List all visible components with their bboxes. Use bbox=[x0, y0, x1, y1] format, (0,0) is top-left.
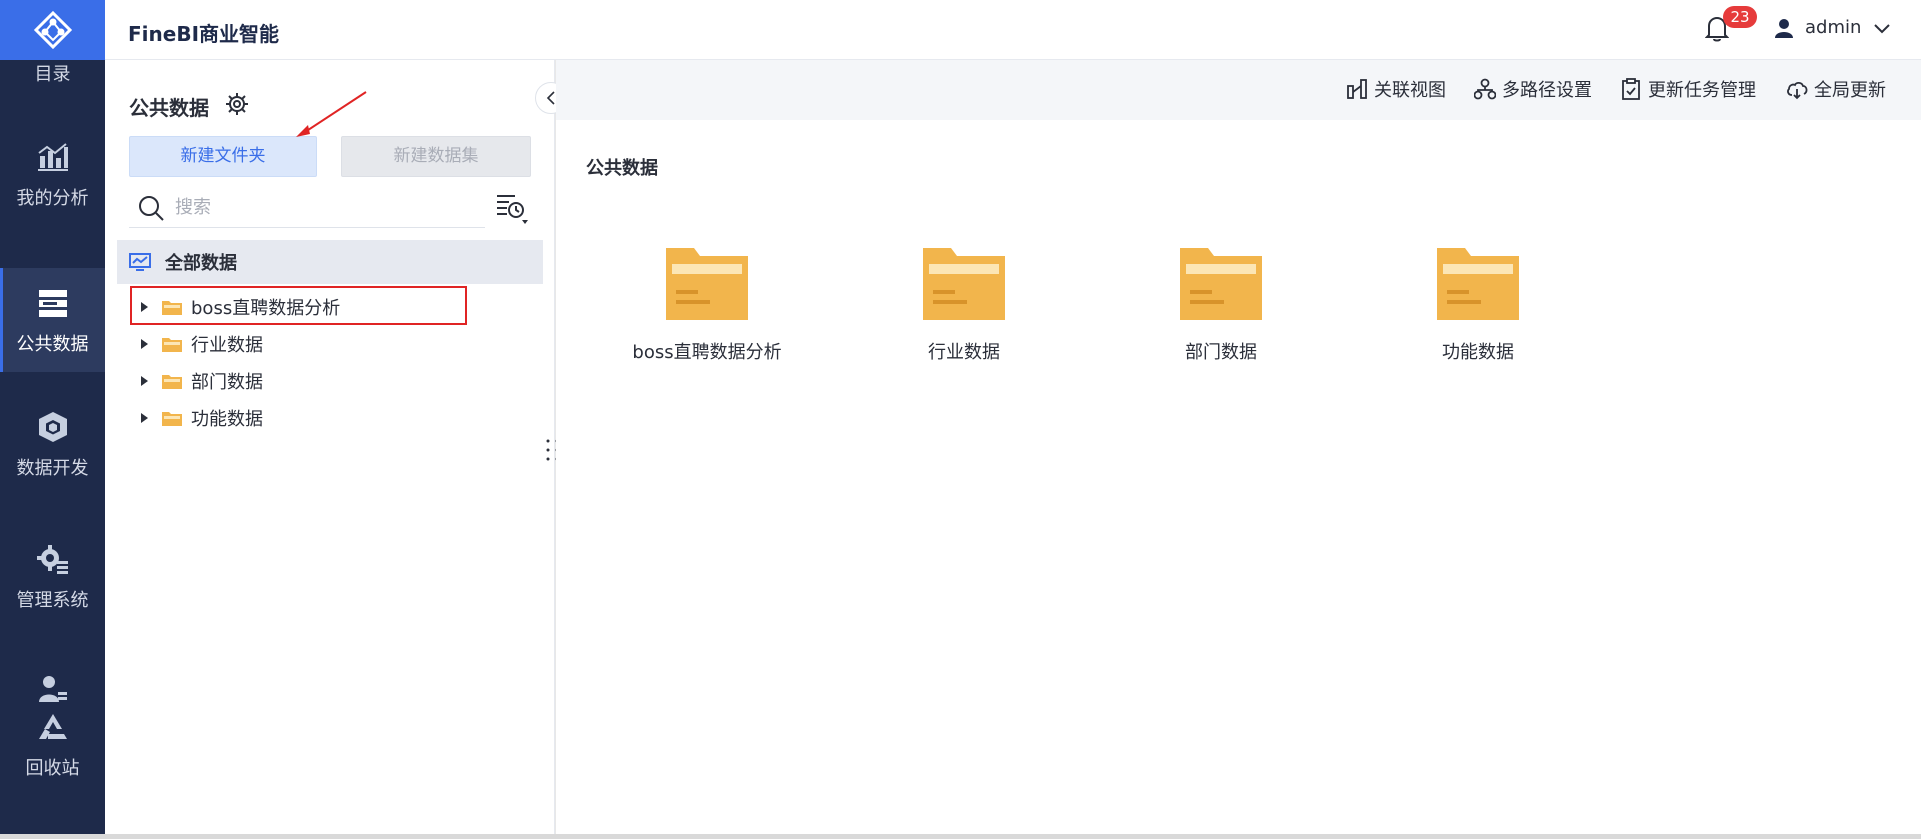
folder-card-department[interactable]: 部门数据 bbox=[1121, 244, 1321, 394]
top-header: FineBI商业智能 23 admin bbox=[105, 0, 1921, 60]
annotation-highlight-box bbox=[130, 286, 467, 325]
tree-item-label: 部门数据 bbox=[191, 372, 263, 393]
folder-icon bbox=[1437, 248, 1519, 320]
search-input[interactable] bbox=[175, 197, 455, 218]
multipath-icon bbox=[1474, 78, 1496, 100]
notification-badge: 23 bbox=[1723, 6, 1757, 28]
tree-item-function[interactable]: 功能数据 bbox=[129, 400, 263, 436]
folder-icon bbox=[162, 375, 182, 389]
sort-clock-icon bbox=[497, 195, 528, 224]
public-data-icon bbox=[38, 290, 67, 317]
tree-item-industry[interactable]: 行业数据 bbox=[129, 326, 263, 362]
main-content: 公共数据 boss直聘数据分析 行业数据 部门数据 功能数据 bbox=[556, 120, 1921, 834]
rail-item-my-analysis[interactable]: 我的分析 bbox=[0, 140, 105, 240]
rail-item-label: 管理系统 bbox=[16, 590, 89, 611]
caret-right-icon[interactable] bbox=[137, 374, 151, 388]
rail-item-label: 数据开发 bbox=[16, 458, 89, 479]
recycle-icon bbox=[38, 714, 67, 739]
folder-icon bbox=[923, 248, 1005, 320]
toolbar-multipath[interactable]: 多路径设置 bbox=[1474, 76, 1592, 102]
folder-icon bbox=[162, 412, 182, 426]
toolbar-item-label: 关联视图 bbox=[1374, 80, 1446, 101]
window-bottom-edge bbox=[0, 834, 1921, 839]
new-folder-button[interactable]: 新建文件夹 bbox=[129, 136, 317, 177]
tree-panel: 公共数据 新建文件夹 新建数据集 全部数据 boss直聘数据分析 行业数据 部门… bbox=[105, 60, 555, 834]
rail-item-recycle-bin[interactable]: 回收站 bbox=[0, 672, 105, 802]
main-title: 公共数据 bbox=[586, 158, 658, 179]
folder-card-label: 部门数据 bbox=[1185, 342, 1257, 363]
caret-right-icon[interactable] bbox=[137, 411, 151, 425]
toolbar-relation-view[interactable]: 关联视图 bbox=[1346, 76, 1446, 102]
toolbar-global-update[interactable]: 全局更新 bbox=[1786, 76, 1886, 102]
folder-card-label: 功能数据 bbox=[1442, 342, 1514, 363]
tree-item-label: 行业数据 bbox=[191, 335, 263, 356]
toolbar-item-label: 全局更新 bbox=[1814, 80, 1886, 101]
rail-item-data-dev[interactable]: 数据开发 bbox=[0, 410, 105, 510]
toolbar-task-manage[interactable]: 更新任务管理 bbox=[1620, 76, 1756, 102]
tree-item-department[interactable]: 部门数据 bbox=[129, 363, 263, 399]
tree-root-all-data[interactable]: 全部数据 bbox=[117, 240, 543, 284]
gear-system-icon bbox=[36, 545, 68, 574]
gear-icon bbox=[226, 93, 248, 115]
chevron-down-icon bbox=[1874, 23, 1891, 33]
logo-icon bbox=[33, 10, 72, 50]
sort-history-button[interactable] bbox=[495, 192, 531, 228]
rail-item-public-data[interactable]: 公共数据 bbox=[0, 268, 105, 372]
user-name: admin bbox=[1805, 17, 1862, 38]
chart-icon bbox=[37, 143, 68, 171]
search-icon bbox=[139, 195, 164, 221]
new-dataset-button[interactable]: 新建数据集 bbox=[341, 136, 531, 177]
folder-icon bbox=[666, 248, 748, 320]
user-icon bbox=[1775, 18, 1793, 38]
rail-catalog-label[interactable]: 目录 bbox=[0, 60, 105, 86]
caret-right-icon[interactable] bbox=[137, 337, 151, 351]
main-toolbar: 关联视图 多路径设置 更新任务管理 全局更新 bbox=[556, 60, 1921, 120]
folder-card-function[interactable]: 功能数据 bbox=[1378, 244, 1578, 394]
nav-rail: 目录 我的分析 公共数据 数据开发 管理系统 回收站 bbox=[0, 0, 105, 834]
user-menu[interactable]: admin bbox=[1775, 17, 1891, 38]
cube-icon bbox=[38, 412, 67, 442]
rail-item-label: 我的分析 bbox=[16, 188, 89, 209]
rail-item-label: 回收站 bbox=[25, 758, 80, 779]
rail-item-management[interactable]: 管理系统 bbox=[0, 542, 105, 642]
user-admin-icon bbox=[38, 676, 67, 702]
app-logo[interactable] bbox=[0, 0, 105, 60]
toolbar-item-label: 多路径设置 bbox=[1502, 80, 1592, 101]
app-title: FineBI商业智能 bbox=[128, 22, 280, 46]
folder-icon bbox=[1180, 248, 1262, 320]
folder-icon bbox=[162, 338, 182, 352]
task-manage-icon bbox=[1622, 78, 1640, 100]
panel-title: 公共数据 bbox=[129, 96, 209, 120]
monitor-icon bbox=[129, 253, 151, 271]
relation-view-icon bbox=[1347, 79, 1367, 99]
global-update-icon bbox=[1787, 81, 1808, 100]
tree-root-label: 全部数据 bbox=[165, 253, 237, 274]
folder-card-industry[interactable]: 行业数据 bbox=[864, 244, 1064, 394]
folder-card-label: 行业数据 bbox=[928, 342, 1000, 363]
folder-card-label: boss直聘数据分析 bbox=[632, 342, 782, 363]
folder-card-boss[interactable]: boss直聘数据分析 bbox=[607, 244, 807, 394]
annotation-arrow bbox=[296, 91, 367, 137]
search-bar bbox=[129, 188, 485, 228]
tree-item-label: 功能数据 bbox=[191, 409, 263, 430]
panel-settings-button[interactable] bbox=[225, 92, 249, 121]
rail-item-label: 公共数据 bbox=[16, 334, 89, 355]
toolbar-item-label: 更新任务管理 bbox=[1648, 80, 1756, 101]
